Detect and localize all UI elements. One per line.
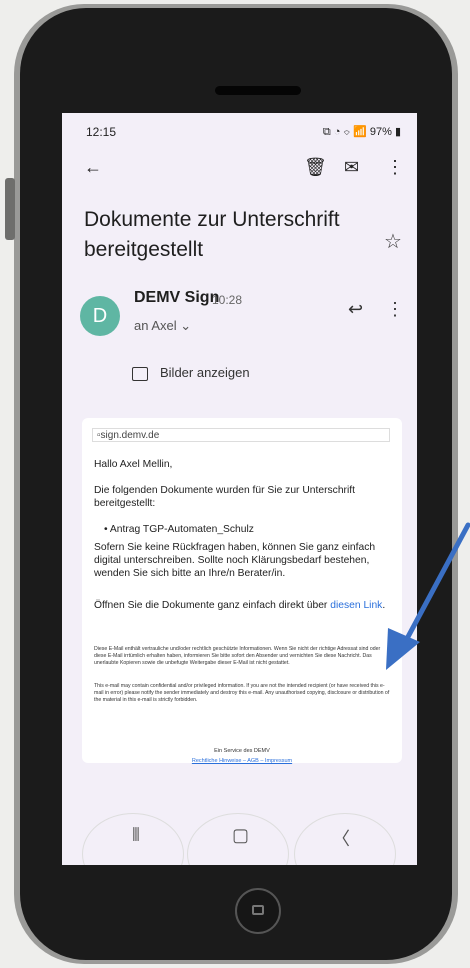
status-time: 12:15 bbox=[86, 125, 117, 139]
logo-alt-text: sign.demv.de bbox=[100, 430, 160, 441]
disclaimer-de: Diese E-Mail enthält vertrauliche und/od… bbox=[94, 646, 381, 666]
status-bar: 12:15 ⧉ ◔ ⌔ 📶 97% ▮ bbox=[62, 113, 417, 151]
sender-avatar[interactable]: D bbox=[80, 296, 120, 336]
recipient-toggle[interactable]: an Axel ⌄ bbox=[134, 318, 191, 334]
info-text: Sofern Sie keine Rückfragen haben, könne… bbox=[94, 542, 376, 579]
email-time: 10:28 bbox=[212, 293, 243, 307]
recent-apps-icon[interactable]: ⦀ bbox=[132, 825, 140, 846]
pointer-arrow-icon bbox=[386, 522, 470, 670]
home-icon bbox=[252, 905, 264, 915]
back-arrow-icon[interactable]: ← bbox=[84, 157, 102, 178]
message-more-icon[interactable]: ⋮ bbox=[386, 299, 404, 320]
show-images-label: Bilder anzeigen bbox=[160, 365, 250, 380]
email-body: ▫sign.demv.de Hallo Axel Mellin, Die fol… bbox=[82, 418, 402, 764]
phone-screen: 12:15 ⧉ ◔ ⌔ 📶 97% ▮ ← 🗑 ✉ ⋮ Dokumente zu… bbox=[62, 113, 417, 865]
email-subject: Dokumente zur Unterschrift bereitgestell… bbox=[84, 208, 340, 261]
battery-level: 97% bbox=[369, 126, 392, 138]
document-name: Antrag TGP-Automaten_Schulz bbox=[109, 524, 254, 535]
footer-service: Ein Service des DEMV bbox=[214, 748, 270, 754]
delete-icon[interactable]: 🗑 bbox=[304, 157, 327, 178]
system-navbar: ⦀ ▢ 〈 bbox=[62, 813, 417, 865]
mark-unread-icon[interactable]: ✉ bbox=[344, 157, 359, 178]
document-link[interactable]: diesen Link bbox=[330, 600, 382, 611]
home-nav-icon[interactable]: ▢ bbox=[232, 825, 249, 846]
image-icon bbox=[132, 366, 148, 381]
phone-side-button bbox=[5, 178, 15, 240]
intro-text: Die folgenden Dokumente wurden für Sie z… bbox=[94, 485, 355, 509]
star-icon[interactable]: ☆ bbox=[384, 229, 402, 254]
footer-links[interactable]: Rechtliche Hinweise – AGB – Impressum bbox=[82, 758, 402, 764]
open-text: Öffnen Sie die Dokumente ganz einfach di… bbox=[94, 599, 394, 612]
earpiece bbox=[215, 86, 301, 95]
reply-icon[interactable]: ↩ bbox=[348, 299, 363, 320]
greeting: Hallo Axel Mellin, bbox=[94, 459, 173, 470]
sender-name[interactable]: DEMV Sign bbox=[134, 289, 219, 307]
more-options-icon[interactable]: ⋮ bbox=[386, 157, 404, 178]
logo-image-placeholder: ▫sign.demv.de bbox=[92, 428, 390, 442]
show-images-button[interactable]: Bilder anzeigen bbox=[132, 365, 250, 381]
home-button[interactable] bbox=[235, 888, 281, 934]
back-nav-icon[interactable]: 〈 bbox=[332, 825, 350, 851]
status-icons: ⧉ ◔ ⌔ 📶 97% ▮ bbox=[322, 126, 401, 138]
document-item: • Antrag TGP-Automaten_Schulz bbox=[104, 524, 254, 535]
disclaimer-en: This e-mail may contain confidential and… bbox=[94, 683, 390, 703]
open-text-label: Öffnen Sie die Dokumente ganz einfach di… bbox=[94, 600, 328, 611]
